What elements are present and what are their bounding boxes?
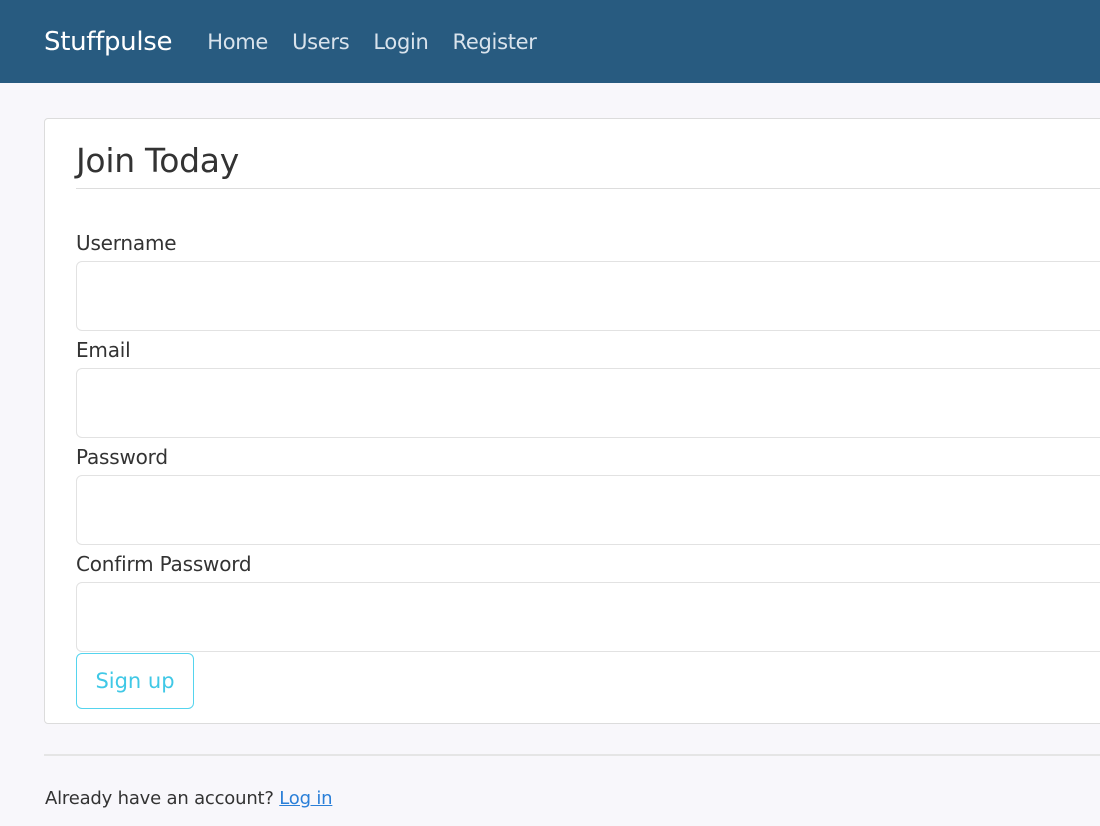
- sign-up-button[interactable]: Sign up: [76, 653, 194, 709]
- legend-divider: [76, 188, 1100, 189]
- nav-link-login[interactable]: Login: [373, 30, 428, 54]
- register-form-card: Join Today Username Email Password Confi…: [44, 118, 1100, 724]
- confirm-password-label: Confirm Password: [76, 552, 252, 576]
- password-label: Password: [76, 445, 168, 469]
- login-prompt-text: Already have an account?: [45, 788, 274, 809]
- username-label: Username: [76, 231, 177, 255]
- email-input[interactable]: [76, 368, 1100, 438]
- login-link[interactable]: Log in: [279, 788, 332, 809]
- nav-link-home[interactable]: Home: [207, 30, 268, 54]
- form-legend: Join Today: [76, 141, 239, 180]
- top-navbar: Stuffpulse Home Users Login Register: [0, 0, 1100, 83]
- email-label: Email: [76, 338, 131, 362]
- password-input[interactable]: [76, 475, 1100, 545]
- nav-link-register[interactable]: Register: [453, 30, 537, 54]
- brand-logo-link[interactable]: Stuffpulse: [44, 27, 173, 57]
- nav-link-users[interactable]: Users: [292, 30, 350, 54]
- username-input[interactable]: [76, 261, 1100, 331]
- footer-divider: [44, 754, 1100, 756]
- confirm-password-input[interactable]: [76, 582, 1100, 652]
- login-prompt: Already have an account? Log in: [45, 788, 333, 809]
